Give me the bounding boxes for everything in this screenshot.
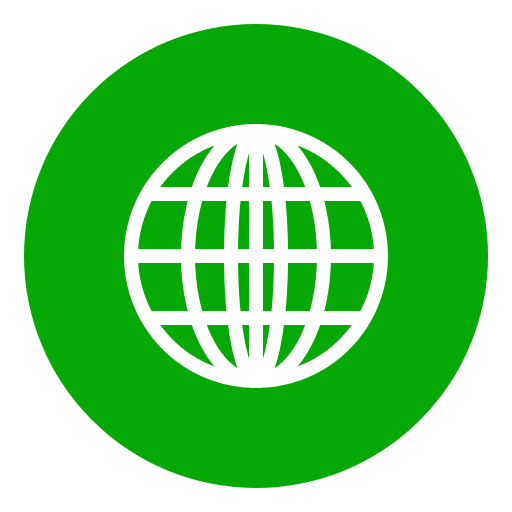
globe-glyph [124,124,388,388]
app-icon [0,0,512,512]
globe-icon [24,24,488,488]
globe-badge [0,0,512,512]
